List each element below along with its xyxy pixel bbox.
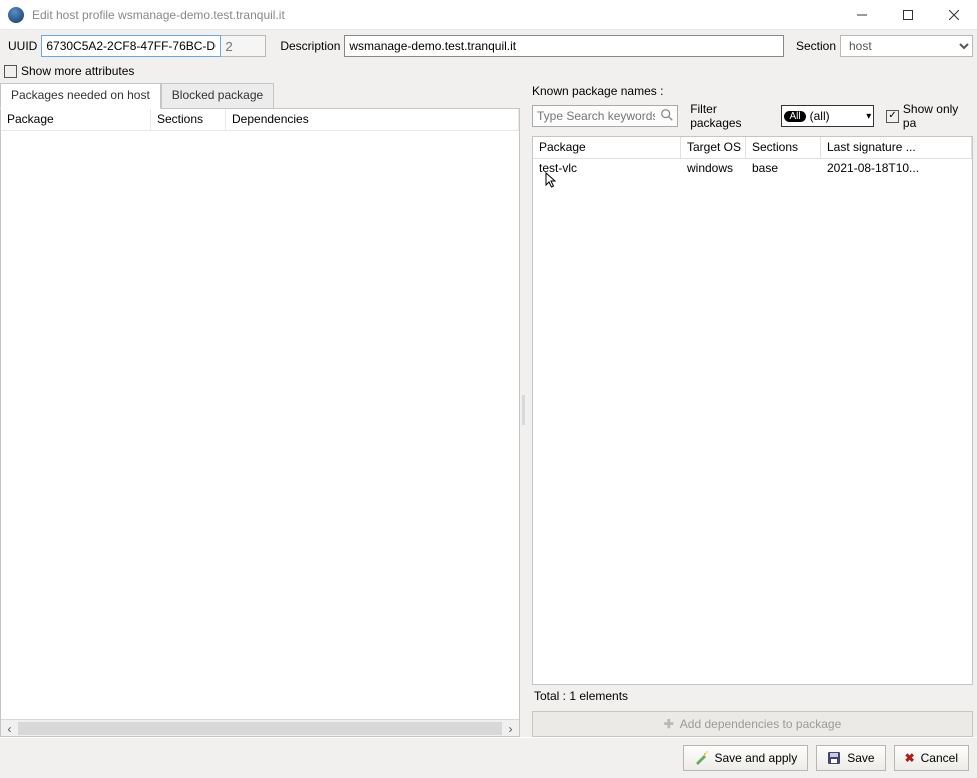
status-bar: Total : 1 elements (528, 685, 977, 707)
col-dependencies[interactable]: Dependencies (226, 109, 519, 130)
tab-blocked-package[interactable]: Blocked package (161, 83, 274, 109)
save-icon (827, 751, 841, 765)
description-label: Description (276, 39, 344, 53)
add-dependencies-label: Add dependencies to package (680, 717, 841, 731)
minimize-button[interactable] (839, 0, 885, 29)
left-pane: Packages needed on host Blocked package … (0, 82, 520, 737)
chevron-down-icon: ▾ (866, 111, 871, 122)
form-row: UUID Description Section host (0, 30, 977, 58)
plus-icon: ✚ (664, 717, 674, 731)
right-table-header: Package Target OS Sections Last signatur… (533, 137, 972, 159)
section-label: Section (792, 39, 840, 53)
window-title: Edit host profile wsmanage-demo.test.tra… (32, 8, 839, 22)
show-more-checkbox[interactable] (4, 65, 17, 78)
search-input[interactable] (532, 105, 678, 127)
show-only-label: Show only pa (903, 102, 973, 130)
main-content: Packages needed on host Blocked package … (0, 82, 977, 737)
right-table: Package Target OS Sections Last signatur… (532, 136, 973, 685)
col-r-package[interactable]: Package (533, 137, 681, 158)
uuid-version-input[interactable] (221, 35, 266, 57)
footer: Save and apply Save ✖ Cancel (0, 738, 977, 778)
save-button[interactable]: Save (816, 745, 885, 771)
col-r-target[interactable]: Target OS (681, 137, 746, 158)
filter-select[interactable]: All (all) ▾ (781, 105, 874, 127)
known-packages-label: Known package names : (532, 84, 977, 98)
filter-value: (all) (810, 109, 830, 123)
app-icon (8, 7, 24, 23)
cancel-label: Cancel (921, 751, 958, 765)
wand-icon (694, 751, 708, 765)
table-row[interactable]: test-vlc windows base 2021-08-18T10... (533, 159, 972, 178)
search-filter-row: Filter packages All (all) ▾ Show only pa (532, 102, 973, 130)
search-box (532, 105, 678, 127)
scroll-left-icon[interactable]: ‹ (1, 720, 18, 737)
close-button[interactable] (931, 0, 977, 29)
col-r-sig[interactable]: Last signature ... (821, 137, 972, 158)
cell-sig: 2021-08-18T10... (821, 159, 972, 178)
cancel-button[interactable]: ✖ Cancel (894, 745, 969, 771)
left-table-body (1, 131, 519, 719)
show-more-label: Show more attributes (21, 64, 134, 78)
add-dependencies-button[interactable]: ✚ Add dependencies to package (532, 711, 973, 737)
uuid-label: UUID (4, 39, 41, 53)
scroll-track[interactable] (18, 722, 502, 735)
options-row: Show more attributes (0, 58, 977, 82)
left-table: Package Sections Dependencies ‹ › (0, 108, 520, 737)
save-and-apply-label: Save and apply (714, 751, 797, 765)
search-icon[interactable] (660, 108, 674, 122)
cell-target: windows (681, 159, 746, 178)
horizontal-scrollbar[interactable]: ‹ › (1, 719, 519, 736)
close-icon: ✖ (905, 751, 915, 765)
right-pane: Known package names : Filter packages Al… (526, 82, 977, 737)
save-label: Save (847, 751, 874, 765)
tabs: Packages needed on host Blocked package (0, 82, 520, 108)
filter-badge: All (784, 111, 805, 122)
col-r-sections[interactable]: Sections (746, 137, 821, 158)
col-package[interactable]: Package (1, 109, 151, 130)
col-sections[interactable]: Sections (151, 109, 226, 130)
cell-package: test-vlc (533, 159, 681, 178)
description-input[interactable] (344, 35, 784, 57)
left-table-header: Package Sections Dependencies (1, 109, 519, 131)
cell-sections: base (746, 159, 821, 178)
scroll-right-icon[interactable]: › (502, 720, 519, 737)
maximize-button[interactable] (885, 0, 931, 29)
filter-label: Filter packages (690, 102, 769, 130)
tab-packages-needed[interactable]: Packages needed on host (0, 83, 161, 109)
window-controls (839, 0, 977, 29)
titlebar: Edit host profile wsmanage-demo.test.tra… (0, 0, 977, 30)
save-and-apply-button[interactable]: Save and apply (683, 745, 808, 771)
status-text: Total : 1 elements (534, 689, 628, 703)
uuid-input[interactable] (41, 35, 221, 57)
section-select[interactable]: host (840, 35, 973, 57)
show-only-checkbox[interactable] (886, 110, 899, 123)
